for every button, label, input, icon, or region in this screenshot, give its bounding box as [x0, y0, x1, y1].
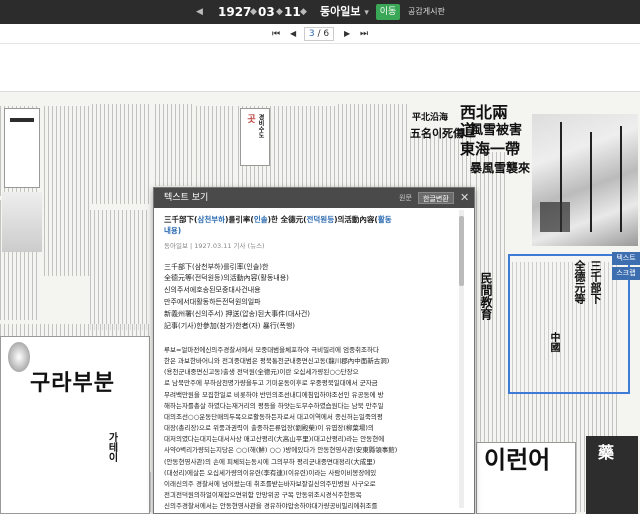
- headline-part: )한 全德元(: [267, 215, 307, 224]
- paragraph-line: 사약0벽리가량되는지당은 ○○(해(鮮) ○○ )방에있다가 안동현영사관(安東…: [164, 446, 398, 455]
- article-headline-cont: 내용): [164, 226, 182, 236]
- subhead-line: 記事(기사)한參加(참가)한者(자) 暴行(폭행): [164, 322, 296, 330]
- article-text: 루보=얼마전에신의주경찰서에서 모중대범을체포하야 극비밀리에 엄중취조하다한은…: [164, 345, 464, 513]
- article-subheads: 三千部下(삼천부하)를引率(인솔)한 全德元等(전덕원등)의活動內容(활동내용) 신…: [164, 262, 464, 333]
- month-arrow-icon[interactable]: ◆: [276, 0, 283, 24]
- text-view-dialog: 텍스트 보기 원문 한글변환 ✕ 三千部下(삼천부하)를引率(인솔)한 全德元(…: [153, 187, 475, 514]
- day-select[interactable]: 11: [284, 0, 301, 24]
- dialog-header: 텍스트 보기 원문 한글변환 ✕: [154, 188, 474, 208]
- publication-label: 동아일보: [320, 5, 361, 18]
- paper-heading: 三千部下: [589, 260, 602, 304]
- subhead-line: 新義州署(신의주서) 押送(압송)된大事件(대사건): [164, 310, 311, 319]
- month-select[interactable]: 03: [258, 0, 275, 24]
- paragraph-line: 해하는자를총살 하였다는재거리의 평등을 하얏는도무수하였습원다는 남북 만주일: [164, 401, 384, 410]
- paragraph-line: 대장(총리장)으로 위풍과권력이 출중하든류업장(劉殿榮)이 유엽장(柳葉場)의: [164, 424, 374, 433]
- year-arrow-icon[interactable]: ◆: [250, 0, 257, 24]
- paragraph-line: 루보=얼마전에신의주경찰서에서 모중대범을체포하야 극비밀리에 엄중취조하다: [164, 345, 379, 354]
- dialog-title: 텍스트 보기: [164, 193, 209, 203]
- scrap-tab[interactable]: 스크랩: [612, 267, 640, 280]
- dialog-body: 三千部下(삼천부하)를引率(인솔)한 全德元(전덕원등)의活動內容(활동 내용)…: [154, 208, 474, 514]
- prev-page-icon[interactable]: ◀: [290, 27, 296, 41]
- close-icon[interactable]: ✕: [460, 188, 469, 208]
- ad-emblem: [8, 342, 30, 372]
- headline-part: 전덕원등: [306, 215, 335, 224]
- last-page-icon[interactable]: ⏭: [360, 27, 368, 41]
- ad-subtext: 가테이: [106, 432, 117, 462]
- article-meta: 동아일보 | 1927.03.11 기사 (뉴스): [164, 241, 265, 250]
- original-text-tab[interactable]: 원문: [395, 192, 416, 204]
- go-button[interactable]: 이동: [376, 4, 400, 20]
- subhead-line: 신의주서에호송된모중대사건내용: [164, 286, 261, 295]
- paper-heading: 경비수도: [257, 114, 264, 138]
- paper-heading: 中國: [548, 332, 559, 352]
- board-link[interactable]: 공감게시판: [408, 0, 445, 24]
- headline-part: 활동: [377, 215, 392, 224]
- total-pages: 6: [323, 29, 330, 39]
- paragraph-line: 무려백만원을 모집한일로 비롯하야 반민의조선내디에침입하야조선인 유공동에 방: [164, 390, 384, 399]
- paragraph-line: 대저의였다는대지는대서사상 매고산평리(大高山平里)(대고산평리)라는 안동현에: [164, 435, 385, 444]
- paragraph-line: (대성리)에살든 오십세가량의이유련(李有連)(이유련)이라는 사람이비봉장에있: [164, 468, 377, 477]
- paragraph-line: 로 남북만주에 부하삼천명가량을두고 기미운동이후로 우중평북일대에서 군자금: [164, 379, 378, 388]
- paragraph-line: 대의조선○○운동단매의두목으로활동하든자로서 대고이역에서 종신허는일죽의평: [164, 412, 383, 421]
- paragraph-line: (안동현영사관)의 손에 피체되는동시에 그의부하 평리군내중면대정리(大成里): [164, 457, 376, 466]
- publication-select[interactable]: 동아일보 ▾: [320, 0, 369, 24]
- viewer-spacer: [0, 44, 640, 92]
- headline-part: 인솔: [253, 215, 268, 224]
- headline-part: )의活動內容(: [334, 215, 378, 224]
- headline-part: 三千部下(: [164, 215, 198, 224]
- headline-part: 삼천부하: [197, 215, 226, 224]
- page-navigator: ⏮ ◀ 3 / 6 ▶ ⏭: [0, 24, 640, 44]
- day-arrow-icon[interactable]: ◆: [300, 0, 307, 24]
- subhead-line: 全德元等(전덕원등)의活動內容(활동내용): [164, 274, 289, 283]
- ad-headline: 이런어: [484, 445, 551, 474]
- top-toolbar: ◀ 1927 ◆ 03 ◆ 11 ◆ 동아일보 ▾ 이동 공감게시판: [0, 0, 640, 24]
- cartoon-image: [2, 192, 42, 252]
- paragraph-line: 전긔전덕원의하얼이제잡으면위함 안망위공 구목 안동위조시경식주한등목: [164, 491, 362, 500]
- ad-headline: 구라부분: [30, 370, 115, 396]
- first-page-icon[interactable]: ⏮: [272, 27, 280, 41]
- subhead-line: 만주에서대활동하든전덕원의일파: [164, 298, 261, 307]
- paragraph-line: (용천군내중면신고동)출생 전덕원(全德元)이란 오십세가량된○○단장으: [164, 368, 359, 377]
- ad-headline: 藥: [595, 444, 614, 460]
- page-indicator[interactable]: 3 / 6: [304, 27, 334, 41]
- scrollbar-thumb[interactable]: [459, 216, 464, 286]
- paper-heading: 五名이死傷: [410, 127, 465, 140]
- dialog-scrollbar[interactable]: [459, 210, 464, 508]
- paper-heading: 全德元等: [573, 260, 586, 304]
- text-view-tab[interactable]: 텍스트: [612, 252, 640, 265]
- year-select[interactable]: 1927: [218, 0, 251, 24]
- headline-part: )를引率(: [225, 215, 254, 224]
- prev-date-icon[interactable]: ◀: [196, 0, 203, 24]
- paper-heading: 平北沿海: [412, 113, 449, 123]
- article-headline: 三千部下(삼천부하)를引率(인솔)한 全德元(전덕원등)의活動內容(활동: [164, 214, 464, 225]
- paper-heading: 東海一帶: [460, 140, 521, 158]
- paragraph-line: 한은 과보한바어니와 전긔중대범은 평북통천군내중면신고동(龍川郡內中面新古洞): [164, 357, 390, 366]
- next-page-icon[interactable]: ▶: [344, 27, 350, 41]
- subhead-line: 三千部下(삼천부하)를引率(인솔)한: [164, 262, 269, 271]
- hangul-convert-tab[interactable]: 한글변환: [418, 192, 454, 204]
- chevron-down-icon: ▾: [364, 8, 369, 18]
- paragraph-line: 신의주경찰서에서는 안동현영사관을 경유하야압송하야대가량공비밀리에취조를: [164, 502, 378, 511]
- paper-heading: 民間教育: [479, 272, 493, 320]
- paragraph-line: 이래신의주 경찰서에 넘어왔는데 취조를받는바자보잘길신의주민병원 사구오로: [164, 479, 376, 488]
- paper-heading: 곳: [245, 114, 255, 123]
